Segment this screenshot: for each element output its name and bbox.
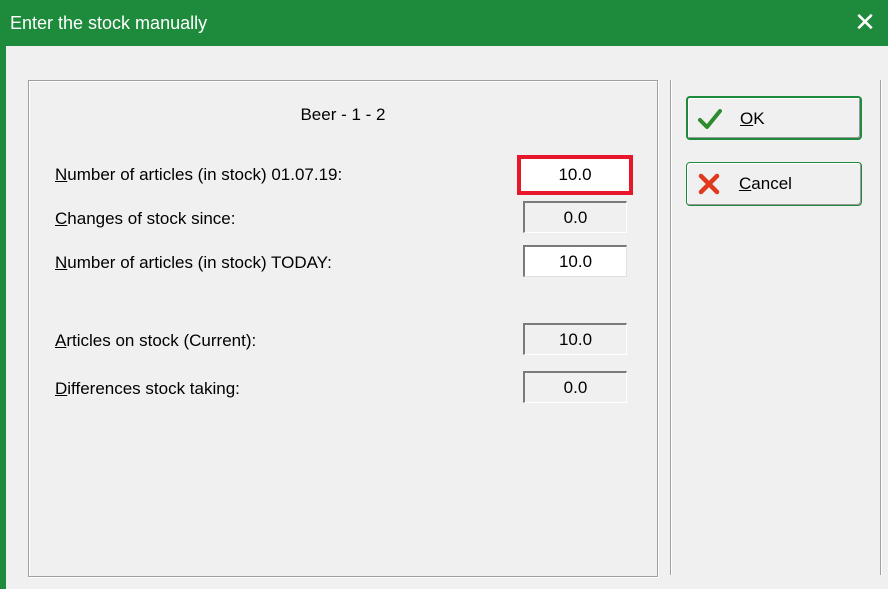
ok-button[interactable]: OK	[686, 96, 862, 140]
changes-of-stock-field: 0.0	[523, 201, 627, 233]
cancel-button[interactable]: Cancel	[686, 162, 862, 206]
label-differences-stock-taking-mnemonic: D	[55, 379, 68, 398]
label-changes-of-stock-mnemonic: C	[55, 209, 68, 228]
label-articles-on-stock-current: Articles on stock (Current):	[55, 331, 256, 351]
label-articles-on-stock-current-text: rticles on stock (Current):	[66, 331, 257, 350]
label-differences-stock-taking: Differences stock taking:	[55, 379, 240, 399]
differences-stock-taking-field: 0.0	[523, 371, 627, 403]
label-changes-of-stock-text: hanges of stock since:	[67, 209, 236, 228]
article-title: Beer - 1 - 2	[300, 105, 386, 124]
cancel-button-label: Cancel	[739, 174, 792, 194]
stock-group-panel: Beer - 1 - 2 Number of articles (in stoc…	[28, 80, 658, 577]
dialog-body: Beer - 1 - 2 Number of articles (in stoc…	[0, 46, 888, 589]
label-articles-in-stock-date: Number of articles (in stock) 01.07.19:	[55, 165, 342, 185]
close-button[interactable]: ✕	[852, 8, 878, 36]
label-articles-in-stock-date-text: umber of articles (in stock) 01.07.19:	[67, 165, 343, 184]
label-changes-of-stock: Changes of stock since:	[55, 209, 236, 229]
articles-in-stock-date-input[interactable]: 10.0	[517, 155, 633, 195]
articles-in-stock-today-input[interactable]: 10.0	[523, 245, 627, 277]
cancel-button-text: ancel	[751, 174, 792, 193]
ok-button-mnemonic: O	[740, 109, 754, 128]
ok-button-label: OK	[740, 109, 765, 129]
cancel-button-mnemonic: C	[739, 174, 752, 193]
title-bar: Enter the stock manually ✕	[0, 0, 888, 46]
label-articles-in-stock-today: Number of articles (in stock) TODAY:	[55, 253, 332, 273]
checkmark-icon	[698, 108, 722, 130]
label-articles-on-stock-current-mnemonic: A	[55, 331, 67, 350]
column-divider	[670, 80, 672, 575]
articles-on-stock-current-field: 10.0	[523, 323, 627, 355]
label-articles-in-stock-today-text: umber of articles (in stock) TODAY:	[67, 253, 332, 272]
label-differences-stock-taking-text: ifferences stock taking:	[67, 379, 240, 398]
label-articles-in-stock-date-mnemonic: N	[55, 165, 68, 184]
ok-button-text: K	[753, 109, 765, 128]
right-edge-divider	[880, 80, 882, 575]
x-cross-icon	[697, 173, 721, 195]
window-title: Enter the stock manually	[10, 13, 208, 33]
label-articles-in-stock-today-mnemonic: N	[55, 253, 68, 272]
